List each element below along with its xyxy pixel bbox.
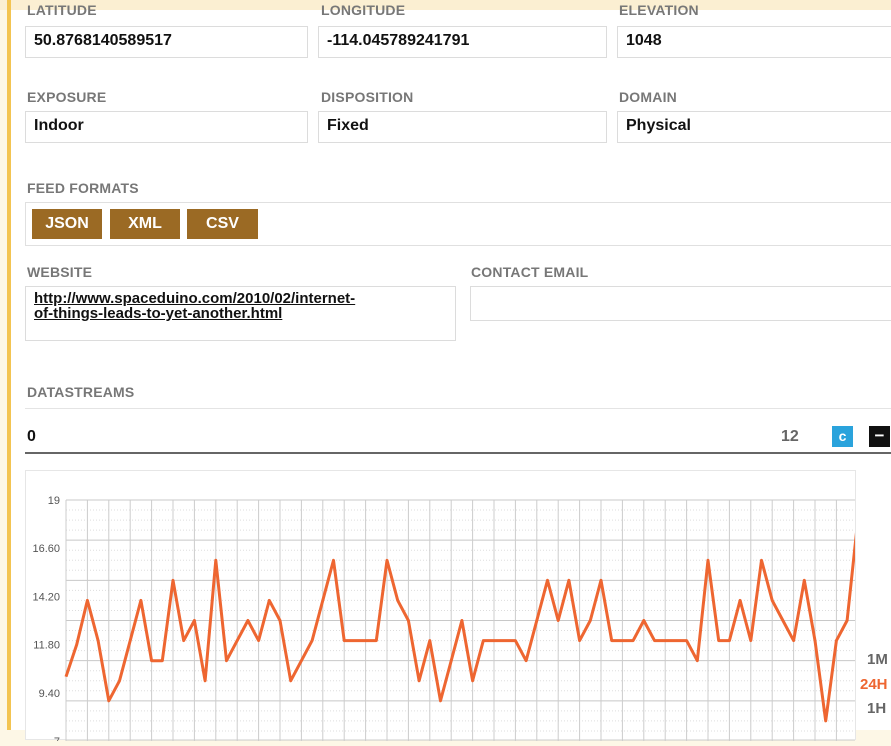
exposure-field[interactable]: Indoor — [25, 111, 308, 143]
xml-format-button[interactable]: XML — [110, 209, 180, 239]
contact-email-field[interactable] — [470, 286, 891, 321]
range-24h[interactable]: 24H — [860, 676, 888, 693]
y-tick-label: 19 — [48, 495, 60, 507]
feed-detail-panel: LATITUDE LONGITUDE ELEVATION 50.87681405… — [11, 2, 891, 746]
feed-formats-label: FEED FORMATS — [27, 180, 139, 196]
top-band — [0, 0, 891, 10]
json-format-button[interactable]: JSON — [32, 209, 102, 239]
latitude-field[interactable]: 50.8768140589517 — [25, 26, 308, 58]
contact-email-label: CONTACT EMAIL — [471, 264, 589, 280]
datastream-chart-svg: 19 16.60 14.20 11.80 9.40 7 — [32, 495, 891, 746]
domain-label: DOMAIN — [619, 89, 677, 105]
elevation-field[interactable]: 1048 — [617, 26, 891, 58]
exposure-label: EXPOSURE — [27, 89, 107, 105]
y-tick-label: 11.80 — [33, 640, 60, 652]
y-tick-label: 7 — [54, 736, 60, 741]
datastreams-label: DATASTREAMS — [27, 384, 135, 400]
website-link-line-1: http://www.spaceduino.com/2010/02/intern… — [34, 290, 356, 307]
longitude-label: LONGITUDE — [321, 2, 406, 18]
csv-format-button[interactable]: CSV — [187, 209, 258, 239]
website-label: WEBSITE — [27, 264, 93, 280]
latitude-label: LATITUDE — [27, 2, 97, 18]
y-tick-label: 16.60 — [32, 543, 60, 555]
datastream-c-button[interactable]: c — [832, 426, 853, 447]
disposition-label: DISPOSITION — [321, 89, 414, 105]
range-1h[interactable]: 1H — [867, 700, 886, 717]
y-tick-label: 14.20 — [32, 591, 60, 603]
range-1m[interactable]: 1M — [867, 651, 888, 668]
elevation-label: ELEVATION — [619, 2, 699, 18]
domain-field[interactable]: Physical — [617, 111, 891, 143]
website-link-line-2: of-things-leads-to-yet-another.html — [34, 305, 283, 322]
datastream-current-value: 12 — [781, 428, 799, 445]
datastream-header-rule — [25, 452, 891, 454]
datastream-id: 0 — [27, 428, 36, 445]
longitude-field[interactable]: -114.045789241791 — [318, 26, 607, 58]
datastream-chart: 19 16.60 14.20 11.80 9.40 7 — [25, 470, 891, 746]
datastreams-separator — [25, 408, 891, 409]
feed-formats-box: JSON XML CSV — [25, 202, 891, 246]
website-link[interactable]: http://www.spaceduino.com/2010/02/intern… — [25, 286, 456, 341]
disposition-field[interactable]: Fixed — [318, 111, 607, 143]
y-tick-label: 9.40 — [39, 688, 60, 700]
collapse-datastream-button[interactable]: − — [869, 426, 890, 447]
